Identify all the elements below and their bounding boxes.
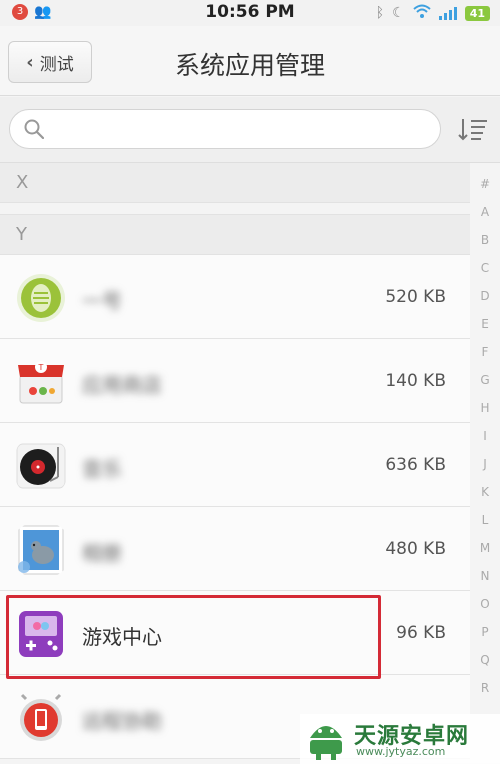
watermark-url: www.jytyaz.com (356, 745, 446, 758)
svg-text:T: T (38, 363, 44, 372)
search-box[interactable] (9, 109, 441, 149)
index-letter[interactable]: N (481, 562, 490, 590)
list-item-game-center[interactable]: 游戏中心 96 KB (0, 591, 470, 675)
wifi-icon (413, 4, 431, 22)
index-letter[interactable]: # (480, 170, 490, 198)
app-name: 游戏中心 (82, 625, 162, 649)
list-item[interactable]: T 应用商店 140 KB (0, 339, 470, 423)
app-name: 相册 (82, 541, 122, 565)
index-letter[interactable]: H (480, 394, 489, 422)
index-letter[interactable]: G (480, 366, 489, 394)
page-title: 系统应用管理 (174, 51, 325, 80)
game-console-icon (19, 611, 63, 657)
index-letter[interactable]: E (481, 310, 489, 338)
app-name: 音乐 (82, 457, 122, 481)
signal-icon (438, 6, 457, 20)
section-header-x: X (0, 163, 470, 203)
index-letter[interactable]: C (481, 254, 489, 282)
index-letter[interactable]: J (483, 450, 487, 478)
watermark: 天源安卓网 www.jytyaz.com (300, 714, 500, 764)
bird-photo-icon (18, 525, 64, 575)
list-item[interactable]: 一号 520 KB (0, 255, 470, 339)
section-header-y: Y (0, 215, 470, 255)
index-letter[interactable]: P (481, 618, 488, 646)
app-list: X Y 一号 520 KB T 应用商店 140 KB 音乐 636 KB 相册… (0, 163, 470, 759)
search-bar (0, 97, 500, 163)
moon-icon: ☾ (392, 5, 405, 21)
index-letter[interactable]: R (481, 674, 489, 702)
index-letter[interactable]: I (483, 422, 487, 450)
store-icon: T (18, 361, 64, 404)
app-size: 636 KB (385, 455, 446, 475)
app-size: 520 KB (385, 287, 446, 307)
phone-alarm-icon (20, 693, 62, 741)
index-letter[interactable]: B (481, 226, 489, 254)
app-name: 应用商店 (82, 373, 162, 397)
index-letter[interactable]: K (481, 478, 489, 506)
list-item[interactable]: 相册 480 KB (0, 507, 470, 591)
index-letter[interactable]: Q (480, 646, 489, 674)
app-name: 远程协助 (82, 709, 162, 733)
record-player-icon (16, 443, 66, 489)
index-letter[interactable]: F (482, 338, 489, 366)
list-item[interactable]: 音乐 636 KB (0, 423, 470, 507)
index-letter[interactable]: O (480, 590, 489, 618)
bluetooth-icon: ᛒ (375, 5, 385, 21)
index-letter[interactable]: L (482, 506, 489, 534)
section-divider (0, 203, 470, 215)
app-size: 96 KB (396, 623, 446, 643)
app-name: 一号 (82, 289, 122, 313)
title-bar: ‹ 测试 系统应用管理 (0, 26, 500, 96)
index-letter[interactable]: M (480, 534, 490, 562)
index-letter[interactable]: A (481, 198, 489, 226)
search-icon (24, 119, 44, 139)
search-input[interactable] (54, 110, 434, 148)
green-capsule-icon (17, 274, 65, 322)
alphabet-index[interactable]: # A B C D E F G H I J K L M N O P Q R (470, 170, 500, 710)
index-letter[interactable]: D (480, 282, 489, 310)
app-size: 140 KB (385, 371, 446, 391)
status-icons: ᛒ ☾ 41 (376, 3, 490, 23)
app-size: 480 KB (385, 539, 446, 559)
sort-icon[interactable] (458, 117, 488, 141)
status-bar: 3 👥 10:56 PM ᛒ ☾ 41 (0, 0, 500, 26)
android-logo-icon (310, 726, 342, 760)
battery-icon: 41 (464, 5, 490, 21)
